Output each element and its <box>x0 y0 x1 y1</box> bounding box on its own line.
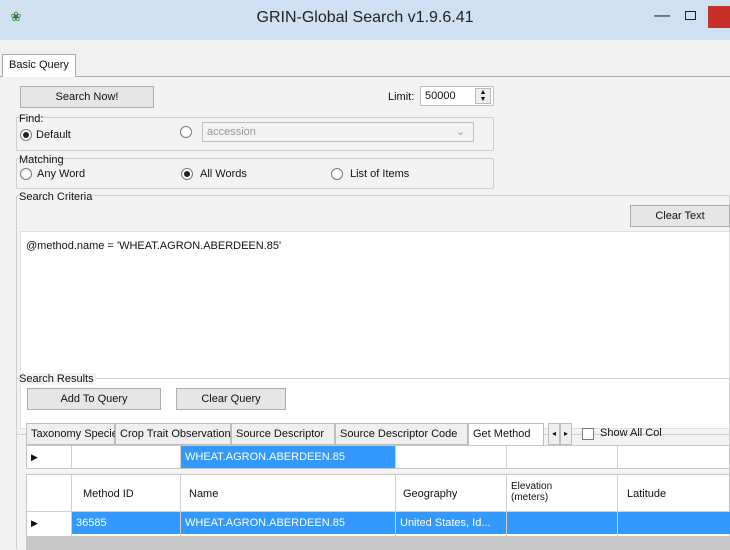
title-bar: ❀ GRIN-Global Search v1.9.6.41 — <box>0 0 730 40</box>
row-indicator-icon: ▶ <box>31 518 38 528</box>
column-header-geography[interactable]: Geography <box>399 483 457 505</box>
name-cell[interactable]: WHEAT.AGRON.ABERDEEN.85 <box>181 512 395 534</box>
limit-label: Limit: <box>388 91 415 103</box>
matching-list-of-items-radio[interactable] <box>331 168 343 180</box>
tab-taxonomy-species[interactable]: Taxonomy Species <box>26 423 123 445</box>
tab-basic-query[interactable]: Basic Query <box>2 54 76 77</box>
limit-value: 50000 <box>425 90 456 102</box>
minimize-icon[interactable]: — <box>650 6 674 28</box>
search-now-button[interactable]: Search Now! <box>20 86 154 108</box>
chevron-down-icon: ⌄ <box>455 126 465 138</box>
find-default-label: Default <box>36 129 71 141</box>
tab-source-descriptor-code[interactable]: Source Descriptor Code <box>335 423 468 445</box>
find-default-radio[interactable] <box>20 129 32 141</box>
matching-any-word-radio[interactable] <box>20 168 32 180</box>
grid-empty-area <box>26 536 730 550</box>
latitude-cell[interactable] <box>618 512 730 534</box>
method-id-cell[interactable]: 36585 <box>72 512 180 534</box>
tab-get-method[interactable]: Get Method <box>468 423 544 445</box>
filter-name-cell[interactable]: WHEAT.AGRON.ABERDEEN.85 <box>181 446 395 468</box>
results-grid: Method ID Name Geography Elevation (mete… <box>26 474 730 537</box>
limit-input[interactable]: 50000 ▲ ▼ <box>420 86 494 106</box>
tab-source-descriptor[interactable]: Source Descriptor <box>231 423 335 445</box>
search-results-label: Search Results <box>19 373 96 385</box>
clear-text-button[interactable]: Clear Text <box>630 205 730 227</box>
result-tabs: Taxonomy Species Crop Trait Observation … <box>26 423 730 445</box>
column-header-elevation[interactable]: Elevation (meters) <box>507 481 587 503</box>
matching-list-of-items-label: List of Items <box>350 168 410 180</box>
main-tabstrip: Basic Query <box>0 40 730 77</box>
column-header-method-id[interactable]: Method ID <box>79 483 134 505</box>
matching-label: Matching <box>19 154 64 166</box>
matching-group <box>16 158 494 189</box>
matching-all-words-label: All Words <box>200 168 247 180</box>
basic-query-panel: Search Now! Limit: 50000 ▲ ▼ Find: Defaul… <box>0 77 730 550</box>
tab-crop-trait-observation[interactable]: Crop Trait Observation <box>115 423 231 445</box>
query-text: @method.name = 'WHEAT.AGRON.ABERDEEN.85' <box>26 240 282 252</box>
elevation-cell[interactable] <box>507 512 617 534</box>
show-all-columns-checkbox[interactable] <box>582 428 594 440</box>
row-indicator-icon: ▶ <box>31 452 38 462</box>
tab-scroll-left-icon[interactable]: ◂ <box>548 423 560 445</box>
matching-all-words-radio[interactable] <box>181 168 193 180</box>
clear-query-button[interactable]: Clear Query <box>176 388 286 410</box>
close-icon[interactable] <box>708 6 730 28</box>
find-label: Find: <box>19 113 44 125</box>
filter-row[interactable]: ▶ WHEAT.AGRON.ABERDEEN.85 <box>26 445 730 469</box>
add-to-query-button[interactable]: Add To Query <box>27 388 161 410</box>
table-row[interactable]: ▶ 36585 WHEAT.AGRON.ABERDEEN.85 United S… <box>27 512 730 534</box>
find-combo-value: accession <box>207 126 256 138</box>
tab-scroll-right-icon[interactable]: ▸ <box>560 423 572 445</box>
maximize-icon[interactable] <box>678 6 702 28</box>
find-table-combobox[interactable]: accession ⌄ <box>202 122 474 142</box>
column-header-latitude[interactable]: Latitude <box>623 483 666 505</box>
search-criteria-label: Search Criteria <box>19 191 95 203</box>
column-header-name[interactable]: Name <box>185 483 218 505</box>
matching-any-word-label: Any Word <box>37 168 86 180</box>
window-title: GRIN-Global Search v1.9.6.41 <box>256 9 474 26</box>
show-all-columns-label: Show All Col <box>600 427 662 439</box>
geography-cell[interactable]: United States, Id... <box>396 512 506 534</box>
spinner-icon[interactable]: ▲ ▼ <box>475 88 491 104</box>
find-other-radio[interactable] <box>180 126 192 138</box>
